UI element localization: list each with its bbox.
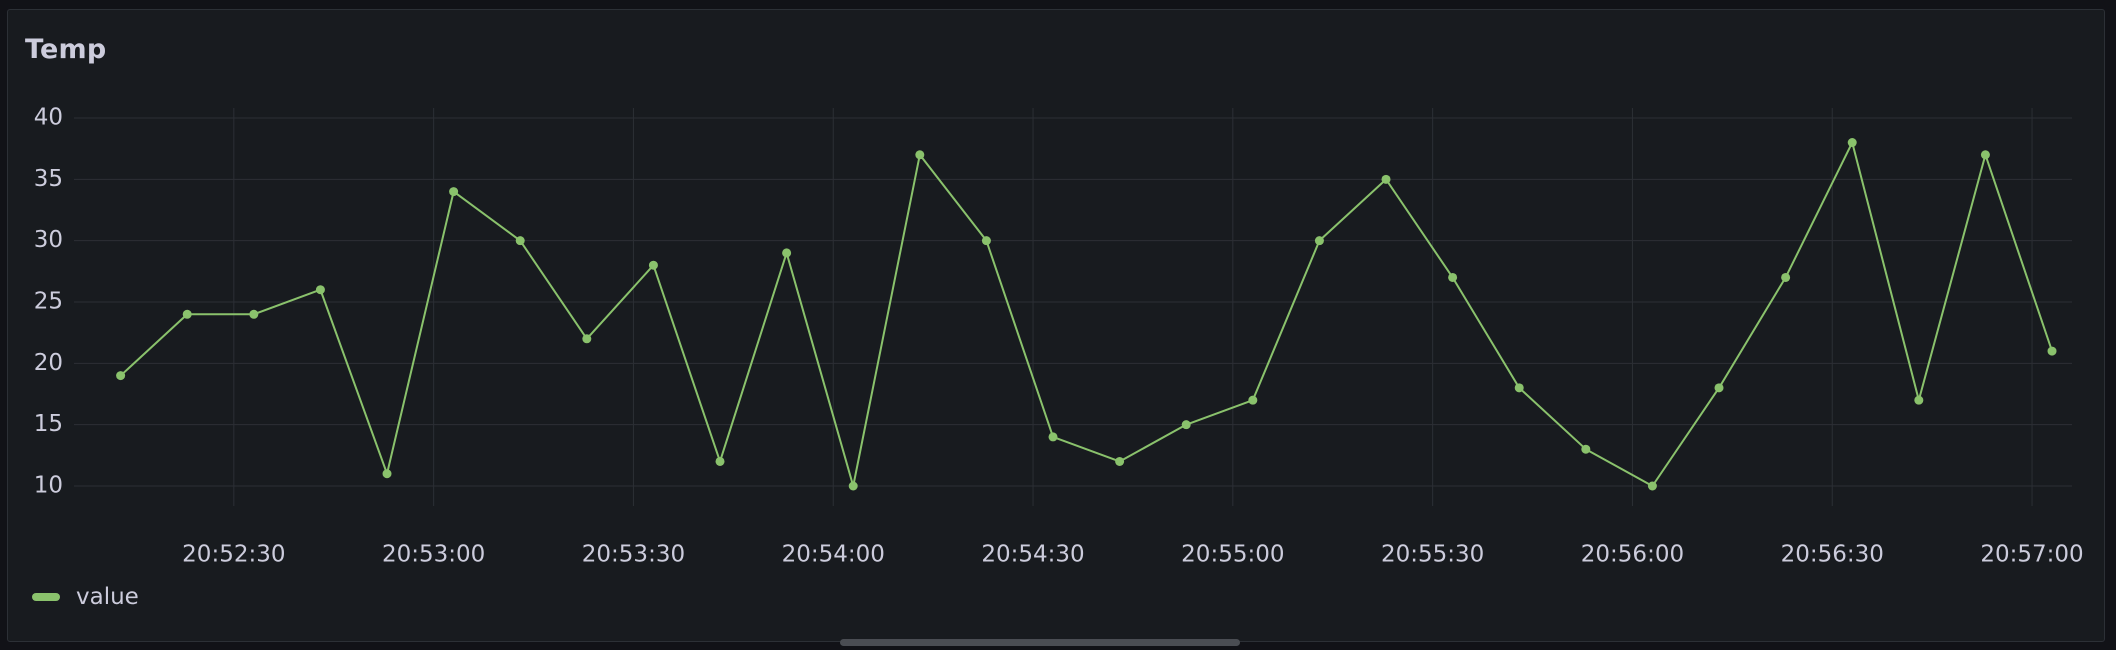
series-value [116,138,2057,491]
y-tick-label: 40 [34,105,63,131]
data-point[interactable] [1314,236,1324,246]
x-axis: 20:52:30 20:53:00 20:53:30 20:54:00 20:54:30… [182,542,2084,568]
y-axis: 10 15 20 25 30 35 40 [34,105,63,499]
x-tick-label: 20:56:00 [1581,542,1684,568]
data-point[interactable] [848,481,858,491]
y-tick-label: 25 [34,289,63,315]
data-point[interactable] [981,236,991,246]
data-point[interactable] [449,187,459,197]
data-point[interactable] [1048,432,1058,442]
data-point[interactable] [182,309,192,319]
data-point[interactable] [382,469,392,479]
data-point[interactable] [1115,456,1125,466]
line-chart[interactable]: 10152025303540 20:52:30 20:53:00 20:53:30 2… [0,0,2116,650]
data-point[interactable] [515,236,525,246]
legend[interactable]: value [32,584,139,610]
data-point[interactable] [915,150,925,160]
x-tick-label: 20:55:30 [1381,542,1484,568]
series-line [119,141,2053,487]
data-point[interactable] [782,248,792,258]
grid-lines [74,108,2072,506]
data-point[interactable] [715,456,725,466]
data-point[interactable] [1980,150,1990,160]
data-point[interactable] [1448,272,1458,282]
data-point[interactable] [1181,420,1191,430]
x-tick-label: 20:56:30 [1781,542,1884,568]
data-point[interactable] [1781,272,1791,282]
horizontal-scrollbar[interactable] [840,639,1240,646]
data-point[interactable] [249,309,259,319]
data-point[interactable] [582,334,592,344]
data-point[interactable] [1647,481,1657,491]
y-tick-label: 30 [34,227,63,253]
x-tick-label: 20:55:00 [1181,542,1284,568]
x-tick-label: 20:53:30 [582,542,685,568]
x-tick-label: 20:54:30 [981,542,1084,568]
y-tick-label: 20 [34,350,63,376]
data-point[interactable] [1914,395,1924,405]
x-tick-label: 20:53:00 [382,542,485,568]
data-point[interactable] [1847,138,1857,148]
data-point[interactable] [648,260,658,270]
y-tick-label: 10 [34,473,63,499]
x-tick-label: 20:57:00 [1980,542,2083,568]
data-point[interactable] [116,371,126,381]
data-point[interactable] [1381,174,1391,184]
legend-swatch [32,593,60,601]
data-point[interactable] [1248,395,1258,405]
data-point[interactable] [1514,383,1524,393]
y-tick-label: 15 [34,411,63,437]
legend-label[interactable]: value [76,584,139,610]
x-tick-label: 20:54:00 [782,542,885,568]
y-tick-label: 35 [34,166,63,192]
data-point[interactable] [1714,383,1724,393]
data-point[interactable] [1581,444,1591,454]
x-tick-label: 20:52:30 [182,542,285,568]
data-point[interactable] [2047,346,2057,356]
data-point[interactable] [315,285,325,295]
